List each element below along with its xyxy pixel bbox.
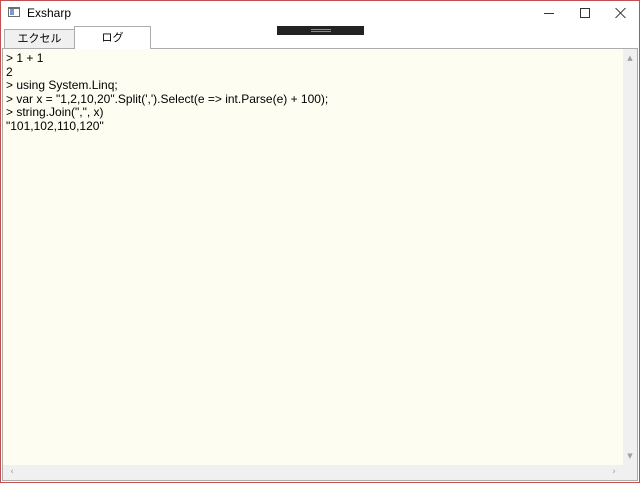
app-window: Exsharp エクセル ログ > 1 + 1 2 > using System… [0,0,640,483]
minimize-button[interactable] [531,1,567,26]
log-line: > using System.Linq; [6,78,118,92]
log-lines: > 1 + 1 2 > using System.Linq; > var x =… [6,51,329,133]
scroll-right-icon[interactable]: › [607,465,621,480]
window-title: Exsharp [27,6,72,20]
app-window-icon [8,7,20,17]
log-line: > 1 + 1 [6,51,44,65]
title-bar[interactable]: Exsharp [1,1,639,26]
grip-icon [311,29,331,32]
scroll-up-icon[interactable]: ▲ [623,51,637,65]
horizontal-scrollbar[interactable]: ‹ › [3,465,623,480]
log-line: > string.Join(",", x) [6,105,104,119]
scrollbar-corner [623,465,637,480]
tab-excel[interactable]: エクセル [4,29,75,48]
maximize-icon [580,8,590,18]
log-line: > var x = "1,2,10,20".Split(',').Select(… [6,91,329,106]
scroll-down-icon[interactable]: ▼ [623,449,637,463]
maximize-button[interactable] [567,1,603,26]
log-line: 2 [6,64,13,79]
scroll-left-icon[interactable]: ‹ [5,465,19,480]
log-line: "101,102,110,120" [6,118,104,133]
minimize-icon [544,13,554,14]
log-textarea[interactable]: > 1 + 1 2 > using System.Linq; > var x =… [3,49,623,465]
vertical-scrollbar[interactable]: ▲ ▼ [623,49,637,465]
close-button[interactable] [603,1,639,26]
drag-handle[interactable] [277,26,364,35]
tab-log[interactable]: ログ [74,26,151,49]
close-icon [615,7,627,19]
